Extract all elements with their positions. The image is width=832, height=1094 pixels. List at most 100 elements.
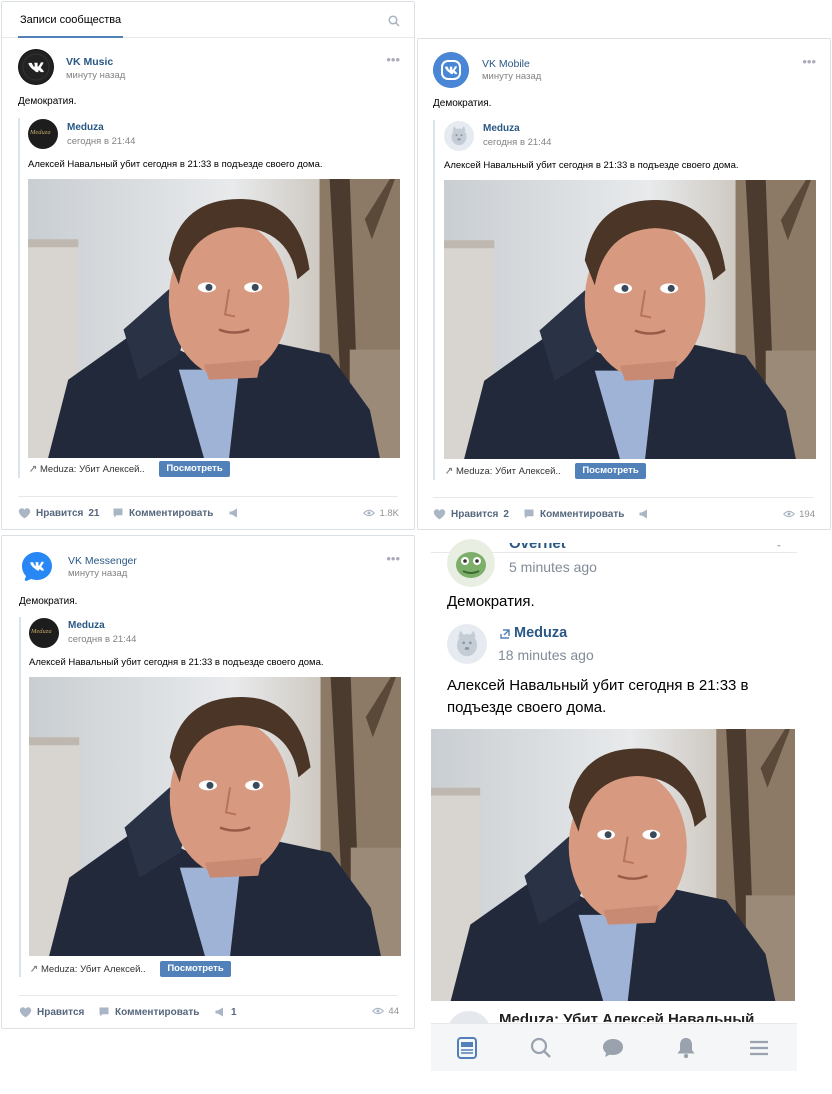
community-posts-header: Записи сообщества	[2, 2, 414, 38]
repost-author[interactable]: Meduza	[68, 620, 105, 631]
more-icon[interactable]: •••	[386, 551, 400, 566]
repost-text: Алексей Навальный убит сегодня в 21:33 в…	[444, 160, 739, 171]
link-title[interactable]: Meduza: Убит Алексей..	[41, 964, 146, 975]
post-time[interactable]: 5 minutes ago	[509, 559, 597, 575]
post-photo[interactable]	[29, 677, 401, 956]
repost-author[interactable]: Meduza	[483, 123, 520, 134]
share-button[interactable]	[228, 507, 240, 519]
menu-icon[interactable]	[747, 1036, 771, 1060]
repost-avatar[interactable]: Meduza	[28, 119, 58, 149]
avatar[interactable]	[433, 52, 469, 88]
share-count: 1	[231, 1006, 237, 1018]
like-count: 2	[503, 509, 509, 520]
view-button[interactable]: Посмотреть	[160, 961, 231, 977]
repost-avatar[interactable]: Meduza	[29, 618, 59, 648]
views-counter: 1.8K	[363, 507, 399, 519]
like-label: Нравится	[37, 1007, 85, 1018]
link-title[interactable]: Meduza: Убит Алексей..	[456, 466, 561, 477]
view-button[interactable]: Посмотреть	[159, 461, 230, 477]
mobile-app-screen: Overnet • 5 minutes ago Демократия. Medu…	[431, 531, 797, 1071]
eye-icon	[363, 509, 376, 517]
post-author[interactable]: VK Music	[66, 56, 113, 68]
like-button[interactable]: Нравится 2	[433, 508, 509, 521]
notifications-icon[interactable]	[674, 1036, 698, 1060]
repost-avatar[interactable]	[444, 121, 474, 151]
post-card-vk-messenger: VK Messenger минуту назад ••• Демократия…	[1, 535, 415, 1029]
more-icon[interactable]: •	[777, 545, 781, 552]
heart-icon	[19, 1007, 32, 1018]
heart-icon	[433, 509, 446, 520]
repost-time[interactable]: 18 minutes ago	[498, 647, 594, 663]
views-count: 44	[388, 1005, 399, 1017]
post-text: Демократия.	[18, 96, 77, 107]
repost-text: Алексей Навальный убит сегодня в 21:33 в…	[29, 657, 324, 668]
default-avatar-icon	[444, 121, 474, 151]
repost-author[interactable]: Meduza	[67, 122, 104, 133]
heart-icon	[18, 508, 31, 519]
post-author[interactable]: Overnet	[509, 543, 566, 552]
search-icon[interactable]	[529, 1036, 553, 1060]
vk-music-logo-icon	[19, 50, 53, 84]
link-icon	[30, 965, 38, 973]
vk-mobile-logo-icon	[433, 52, 469, 88]
post-time[interactable]: минуту назад	[482, 71, 541, 82]
comment-icon	[99, 1007, 109, 1017]
comment-button[interactable]: Комментировать	[112, 507, 213, 519]
link-title[interactable]: Meduza: Убит Алексей..	[40, 464, 145, 475]
avatar[interactable]	[18, 49, 54, 85]
meduza-logo-text: Meduza	[31, 628, 52, 635]
tab-community-posts[interactable]: Записи сообщества	[18, 2, 124, 38]
views-counter: 194	[783, 508, 815, 520]
divider	[19, 995, 398, 996]
avatar[interactable]	[19, 549, 55, 585]
post-time[interactable]: минуту назад	[68, 568, 127, 579]
like-button[interactable]: Нравится 21	[18, 507, 99, 520]
like-count: 21	[88, 508, 100, 519]
repost-avatar[interactable]	[447, 624, 487, 664]
avatar[interactable]	[447, 539, 495, 587]
bottom-tab-bar	[431, 1023, 797, 1071]
post-photo[interactable]	[431, 729, 795, 1001]
comment-button[interactable]: Комментировать	[98, 1006, 199, 1018]
meduza-logo-text: Meduza	[30, 129, 51, 136]
divider	[18, 496, 398, 497]
repost-divider	[433, 120, 435, 480]
divider	[433, 497, 814, 498]
more-icon[interactable]: •••	[386, 52, 400, 67]
share-button[interactable]	[638, 508, 650, 520]
share-icon	[639, 509, 647, 519]
post-card-vk-mobile: VK Mobile минуту назад ••• Демократия. M…	[417, 38, 831, 530]
post-author[interactable]: VK Mobile	[482, 58, 530, 70]
eye-icon	[783, 510, 795, 518]
post-text: Демократия.	[433, 98, 492, 109]
post-photo[interactable]	[28, 179, 400, 458]
messages-icon[interactable]	[601, 1036, 625, 1060]
share-icon	[229, 508, 237, 518]
like-label: Нравится	[451, 509, 499, 520]
like-button[interactable]: Нравится	[19, 1006, 84, 1019]
comment-label: Комментировать	[115, 1006, 200, 1018]
repost-author[interactable]: Meduza	[514, 625, 567, 641]
comment-label: Комментировать	[540, 508, 625, 520]
more-icon[interactable]: •••	[802, 54, 816, 69]
post-author[interactable]: VK Messenger	[68, 555, 137, 567]
post-text: Демократия.	[19, 596, 78, 607]
view-button[interactable]: Посмотреть	[575, 463, 646, 479]
repost-arrow-icon	[500, 629, 510, 639]
repost-time[interactable]: сегодня в 21:44	[68, 634, 136, 645]
search-icon[interactable]	[388, 15, 400, 27]
default-avatar-icon	[447, 624, 487, 664]
repost-time[interactable]: сегодня в 21:44	[67, 136, 135, 147]
post-time[interactable]: минуту назад	[66, 70, 125, 81]
views-count: 194	[799, 508, 815, 520]
repost-time[interactable]: сегодня в 21:44	[483, 137, 551, 148]
news-feed-icon[interactable]	[455, 1036, 479, 1060]
share-button[interactable]: 1	[214, 1006, 237, 1018]
comment-button[interactable]: Комментировать	[523, 508, 624, 520]
share-icon	[215, 1007, 223, 1017]
post-photo[interactable]	[444, 180, 816, 459]
vk-messenger-logo-icon	[22, 552, 52, 582]
repost-text: Алексей Навальный убит сегодня в 21:33 в…	[447, 677, 749, 716]
repost-divider	[19, 617, 21, 977]
views-counter: 44	[372, 1005, 399, 1017]
